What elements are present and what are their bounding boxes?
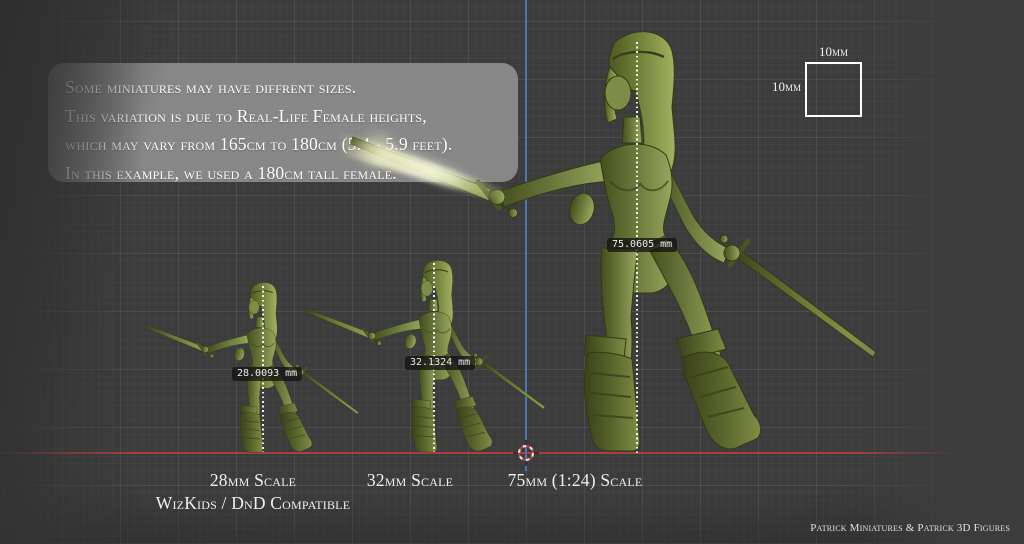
scale-square-top-label: 10mm (805, 44, 862, 60)
measurement-label-28mm: 28.0093 mm (232, 367, 302, 381)
measurement-label-32mm: 32.1324 mm (405, 356, 475, 370)
3d-cursor[interactable] (513, 440, 539, 466)
sword-flare (338, 131, 508, 204)
measurement-label-75mm: 75.0605 mm (607, 238, 677, 252)
watermark: Patrick Miniatures & Patrick 3D Figures (810, 522, 1010, 534)
scale-square-side-label: 10mm (737, 79, 801, 95)
3d-viewport[interactable]: Some miniatures may have diffrent sizes.… (0, 0, 1024, 544)
scene-canvas (0, 0, 1024, 544)
caption-75mm-scale: 75mm (1:24) Scale (465, 470, 685, 491)
caption-28mm-compatibility: WizKids / DnD Compatible (123, 493, 383, 514)
scale-reference-square (805, 62, 862, 117)
